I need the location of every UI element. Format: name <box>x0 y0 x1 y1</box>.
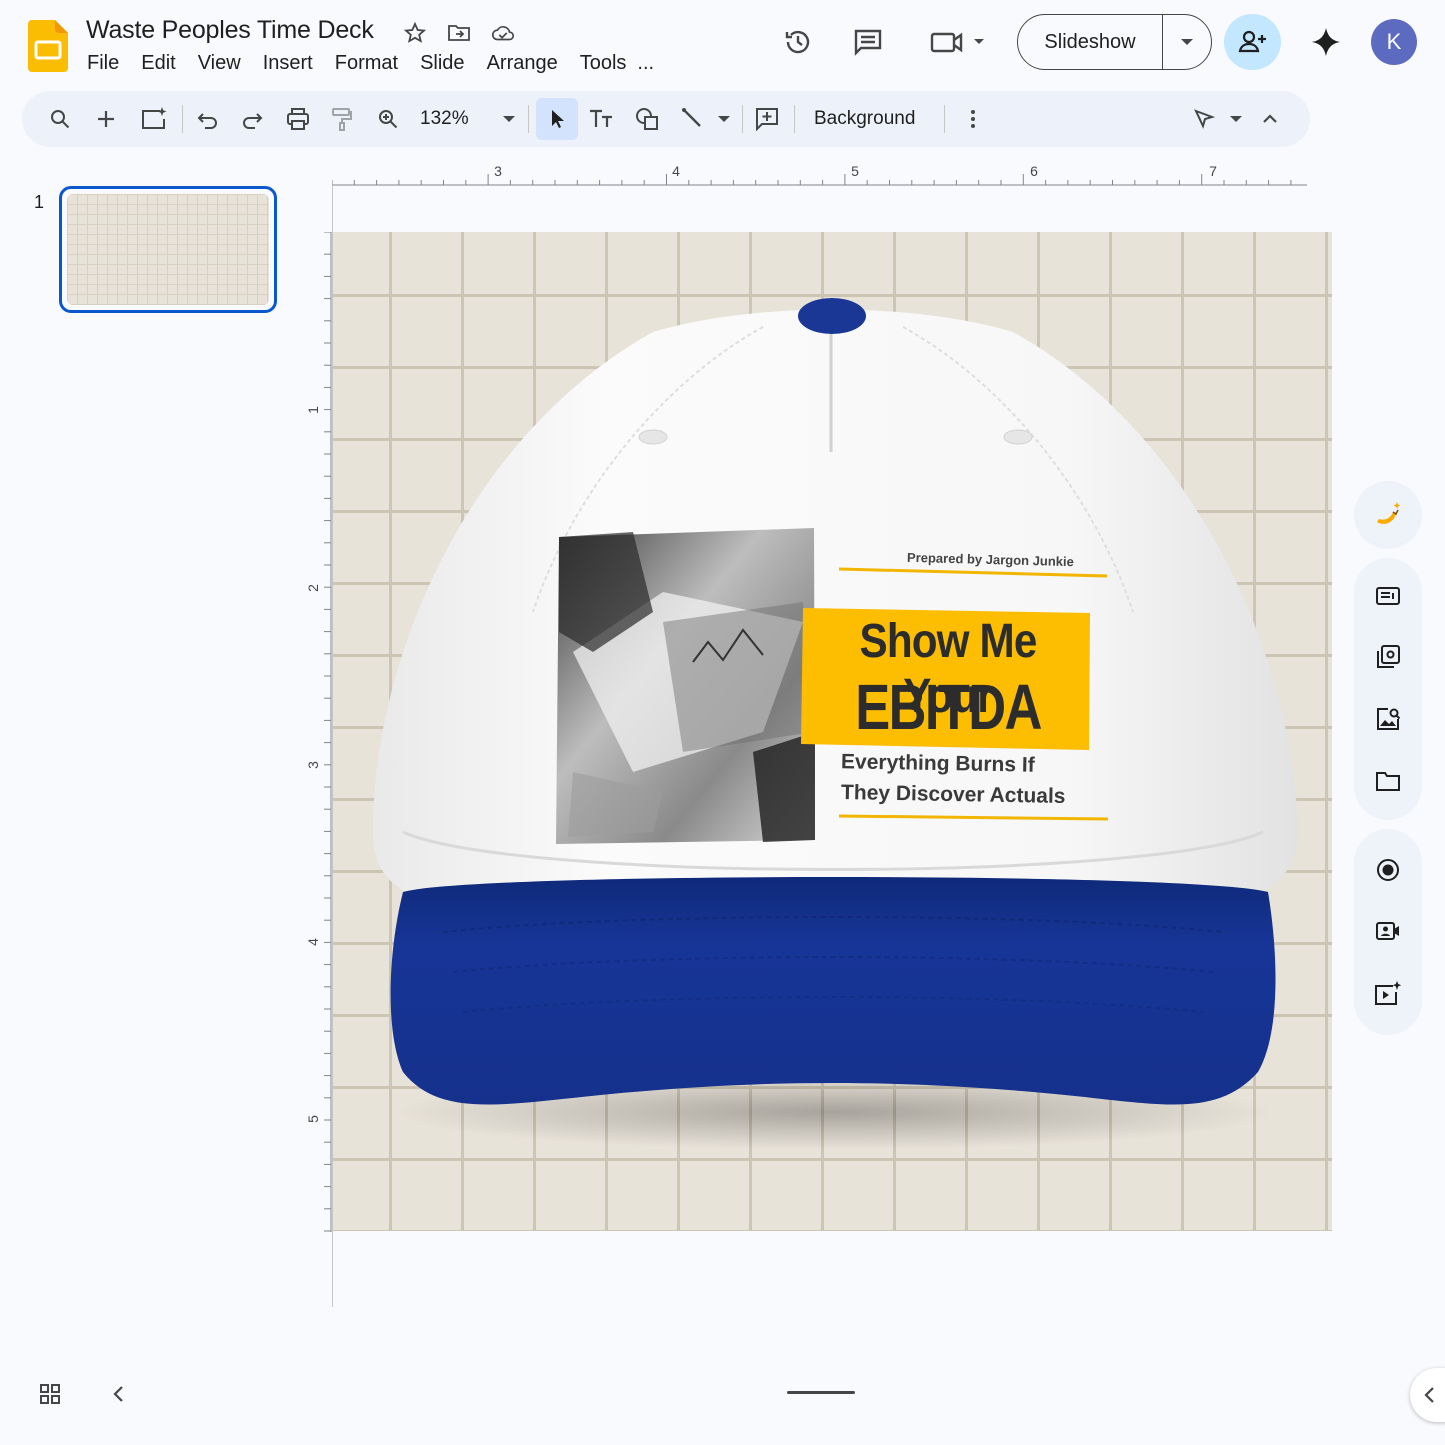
menu-file[interactable]: File <box>76 50 130 77</box>
select-cursor-icon[interactable] <box>538 97 576 141</box>
record-icon[interactable] <box>1370 852 1406 888</box>
image-search-icon[interactable] <box>1370 701 1406 737</box>
background-button[interactable]: Background <box>814 97 915 141</box>
vertical-ruler: 1 2 3 4 5 <box>305 232 332 1232</box>
slides-app: Waste Peoples Time Deck File Edit View I… <box>0 0 1445 1445</box>
camera-record-icon[interactable] <box>1370 913 1406 949</box>
chevron-left-icon <box>1424 1387 1434 1403</box>
speaker-notes-handle[interactable] <box>787 1391 855 1394</box>
version-history-icon[interactable] <box>778 22 818 62</box>
menu-format[interactable]: Format <box>324 50 409 77</box>
zoom-dropdown-icon <box>502 115 515 122</box>
slide-number: 1 <box>34 192 45 212</box>
slide-thumbnail[interactable] <box>59 186 277 313</box>
slide-thumbnail-preview <box>67 194 269 305</box>
slides-library-icon[interactable] <box>1370 639 1406 675</box>
editing-mode-icon[interactable] <box>1190 97 1246 141</box>
gemini-spark-icon[interactable] <box>1306 22 1346 62</box>
subtitle-line2[interactable]: They Discover Actuals <box>841 781 1066 809</box>
menu-slide[interactable]: Slide <box>409 50 475 77</box>
menu-view[interactable]: View <box>187 50 252 77</box>
account-avatar[interactable]: K <box>1371 19 1417 65</box>
vruler-label-1: 1 <box>305 406 321 414</box>
new-slide-icon[interactable] <box>88 97 124 141</box>
meet-camera-icon[interactable] <box>926 22 990 62</box>
add-comment-icon[interactable] <box>748 97 786 141</box>
line-tool-icon[interactable] <box>676 97 736 141</box>
cloud-saved-icon[interactable] <box>490 20 516 46</box>
star-icon[interactable] <box>402 20 428 46</box>
ruler-label-7: 7 <box>1209 163 1217 179</box>
vruler-label-2: 2 <box>305 584 321 592</box>
redo-icon[interactable] <box>234 97 270 141</box>
banana-ai-icon[interactable] <box>1370 497 1406 533</box>
ruler-label-3: 3 <box>494 163 502 179</box>
move-folder-icon[interactable] <box>446 20 472 46</box>
vruler-label-3: 3 <box>305 761 321 769</box>
vruler-label-5: 5 <box>305 1115 321 1123</box>
print-icon[interactable] <box>280 97 316 141</box>
ruler-label-5: 5 <box>851 163 859 179</box>
collapse-toolbar-icon[interactable] <box>1254 97 1286 141</box>
menu-arrange[interactable]: Arrange <box>476 50 569 77</box>
expand-side-panel-button[interactable] <box>1410 1368 1445 1422</box>
menu-more[interactable]: ... <box>637 50 665 77</box>
menu-bar: File Edit View Insert Format Slide Arran… <box>76 50 665 77</box>
menu-tools[interactable]: Tools <box>569 50 638 77</box>
vruler-label-4: 4 <box>305 938 321 946</box>
undo-icon[interactable] <box>190 97 226 141</box>
paint-format-icon[interactable] <box>324 97 360 141</box>
folder-icon[interactable] <box>1370 763 1406 799</box>
slideshow-button-group: Slideshow <box>1017 14 1212 70</box>
document-title[interactable]: Waste Peoples Time Deck <box>86 16 374 45</box>
new-slide-ai-icon[interactable] <box>134 97 174 141</box>
shape-icon[interactable] <box>628 97 666 141</box>
slideshow-button[interactable]: Slideshow <box>1018 15 1163 69</box>
menu-insert[interactable]: Insert <box>252 50 324 77</box>
headline-line2[interactable]: EBITDA <box>829 670 1067 744</box>
text-box-icon[interactable] <box>582 97 620 141</box>
menu-edit[interactable]: Edit <box>130 50 186 77</box>
video-add-icon[interactable] <box>1370 975 1406 1011</box>
ruler-label-6: 6 <box>1030 163 1038 179</box>
horizontal-ruler: 3 4 5 6 7 <box>332 163 1307 186</box>
layout-icon[interactable] <box>1370 578 1406 614</box>
ruler-label-4: 4 <box>672 163 680 179</box>
search-icon[interactable] <box>42 97 78 141</box>
grid-view-icon[interactable] <box>38 1382 62 1406</box>
slideshow-dropdown[interactable] <box>1163 15 1211 69</box>
slide-canvas[interactable]: Prepared by Jargon Junkie Show Me Your E… <box>333 232 1332 1231</box>
more-vert-icon[interactable] <box>956 97 990 141</box>
subtitle-line1[interactable]: Everything Burns If <box>841 750 1035 777</box>
collapse-filmstrip-icon[interactable] <box>108 1382 130 1406</box>
toolbar: 132% Background <box>22 91 1310 147</box>
zoom-value: 132% <box>420 108 469 129</box>
comments-icon[interactable] <box>848 22 888 62</box>
slides-logo-icon[interactable] <box>28 20 68 72</box>
zoom-select[interactable]: 132% <box>420 97 515 141</box>
zoom-icon[interactable] <box>370 97 406 141</box>
share-person-add-icon[interactable] <box>1224 14 1281 70</box>
